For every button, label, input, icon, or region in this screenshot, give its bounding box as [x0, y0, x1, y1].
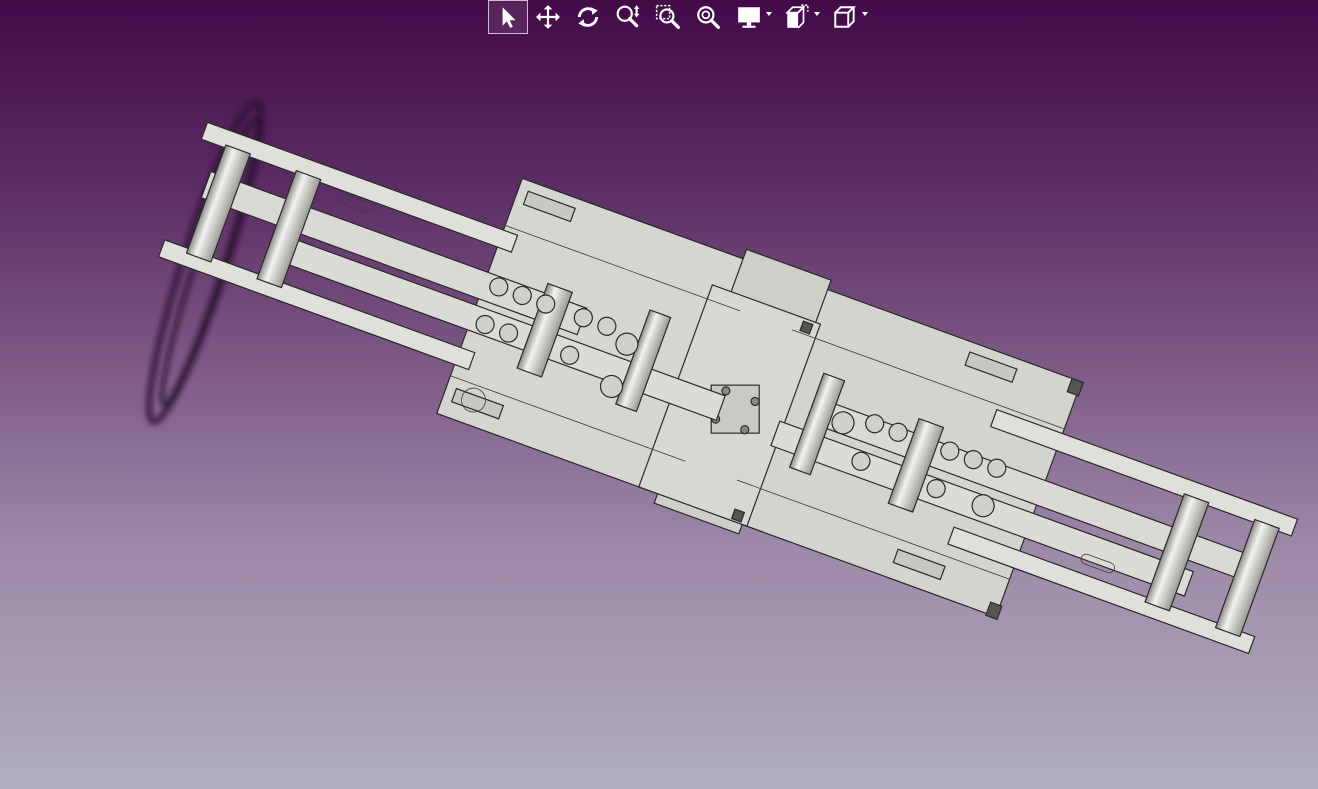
- roller: [1214, 518, 1280, 638]
- cad-model-conveyor[interactable]: [0, 0, 1318, 789]
- 3d-viewport[interactable]: [0, 0, 1318, 789]
- conveyor-assembly: [157, 121, 1299, 655]
